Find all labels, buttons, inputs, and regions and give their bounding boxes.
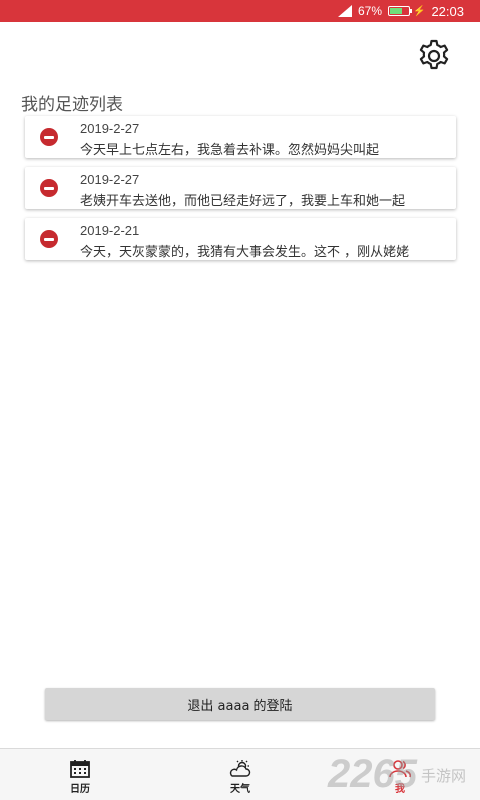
list-item[interactable]: 2019-2-27 今天早上七点左右，我急着去补课。忽然妈妈尖叫起 [25, 116, 456, 158]
footprint-list: 2019-2-27 今天早上七点左右，我急着去补课。忽然妈妈尖叫起 2019-2… [25, 116, 456, 269]
delete-icon[interactable] [40, 128, 58, 146]
battery-level [390, 8, 403, 14]
delete-icon[interactable] [40, 230, 58, 248]
nav-label-weather: 天气 [230, 784, 250, 795]
list-item[interactable]: 2019-2-21 今天，天灰蒙蒙的，我猜有大事会发生。这不 ，刚从姥姥 [25, 218, 456, 260]
signal-icon [337, 5, 352, 17]
nav-item-weather[interactable]: 天气 [210, 749, 270, 800]
calendar-icon [70, 760, 90, 778]
status-time: 22:03 [431, 3, 464, 19]
battery-icon [388, 6, 412, 16]
logout-button[interactable]: 退出 aaaa 的登陆 [45, 688, 435, 720]
delete-icon[interactable] [40, 179, 58, 197]
gear-icon[interactable] [416, 38, 452, 74]
nav-item-me[interactable]: 我 [370, 749, 430, 800]
page-title: 我的足迹列表 [21, 95, 123, 115]
battery-percent: 67% [357, 4, 382, 18]
nav-label-me: 我 [395, 784, 405, 795]
charging-icon: ⚡ [413, 5, 426, 17]
nav-label-calendar: 日历 [70, 784, 90, 795]
user-icon [389, 760, 411, 778]
item-text: 今天，天灰蒙蒙的，我猜有大事会发生。这不 ，刚从姥姥 [80, 245, 410, 260]
item-date: 2019-2-27 [80, 172, 140, 187]
weather-icon [229, 760, 251, 777]
status-bar: 67% ⚡ 22:03 [0, 0, 480, 22]
item-text: 老姨开车去送他，而他已经走好远了，我要上车和她一起 [80, 194, 406, 209]
status-indicators: 67% ⚡ 22:03 [337, 0, 464, 22]
bottom-nav: 日历 天气 我 [0, 748, 480, 800]
list-item[interactable]: 2019-2-27 老姨开车去送他，而他已经走好远了，我要上车和她一起 [25, 167, 456, 209]
nav-item-calendar[interactable]: 日历 [50, 749, 110, 800]
item-text: 今天早上七点左右，我急着去补课。忽然妈妈尖叫起 [80, 143, 380, 158]
item-date: 2019-2-27 [80, 121, 140, 136]
item-date: 2019-2-21 [80, 223, 140, 238]
